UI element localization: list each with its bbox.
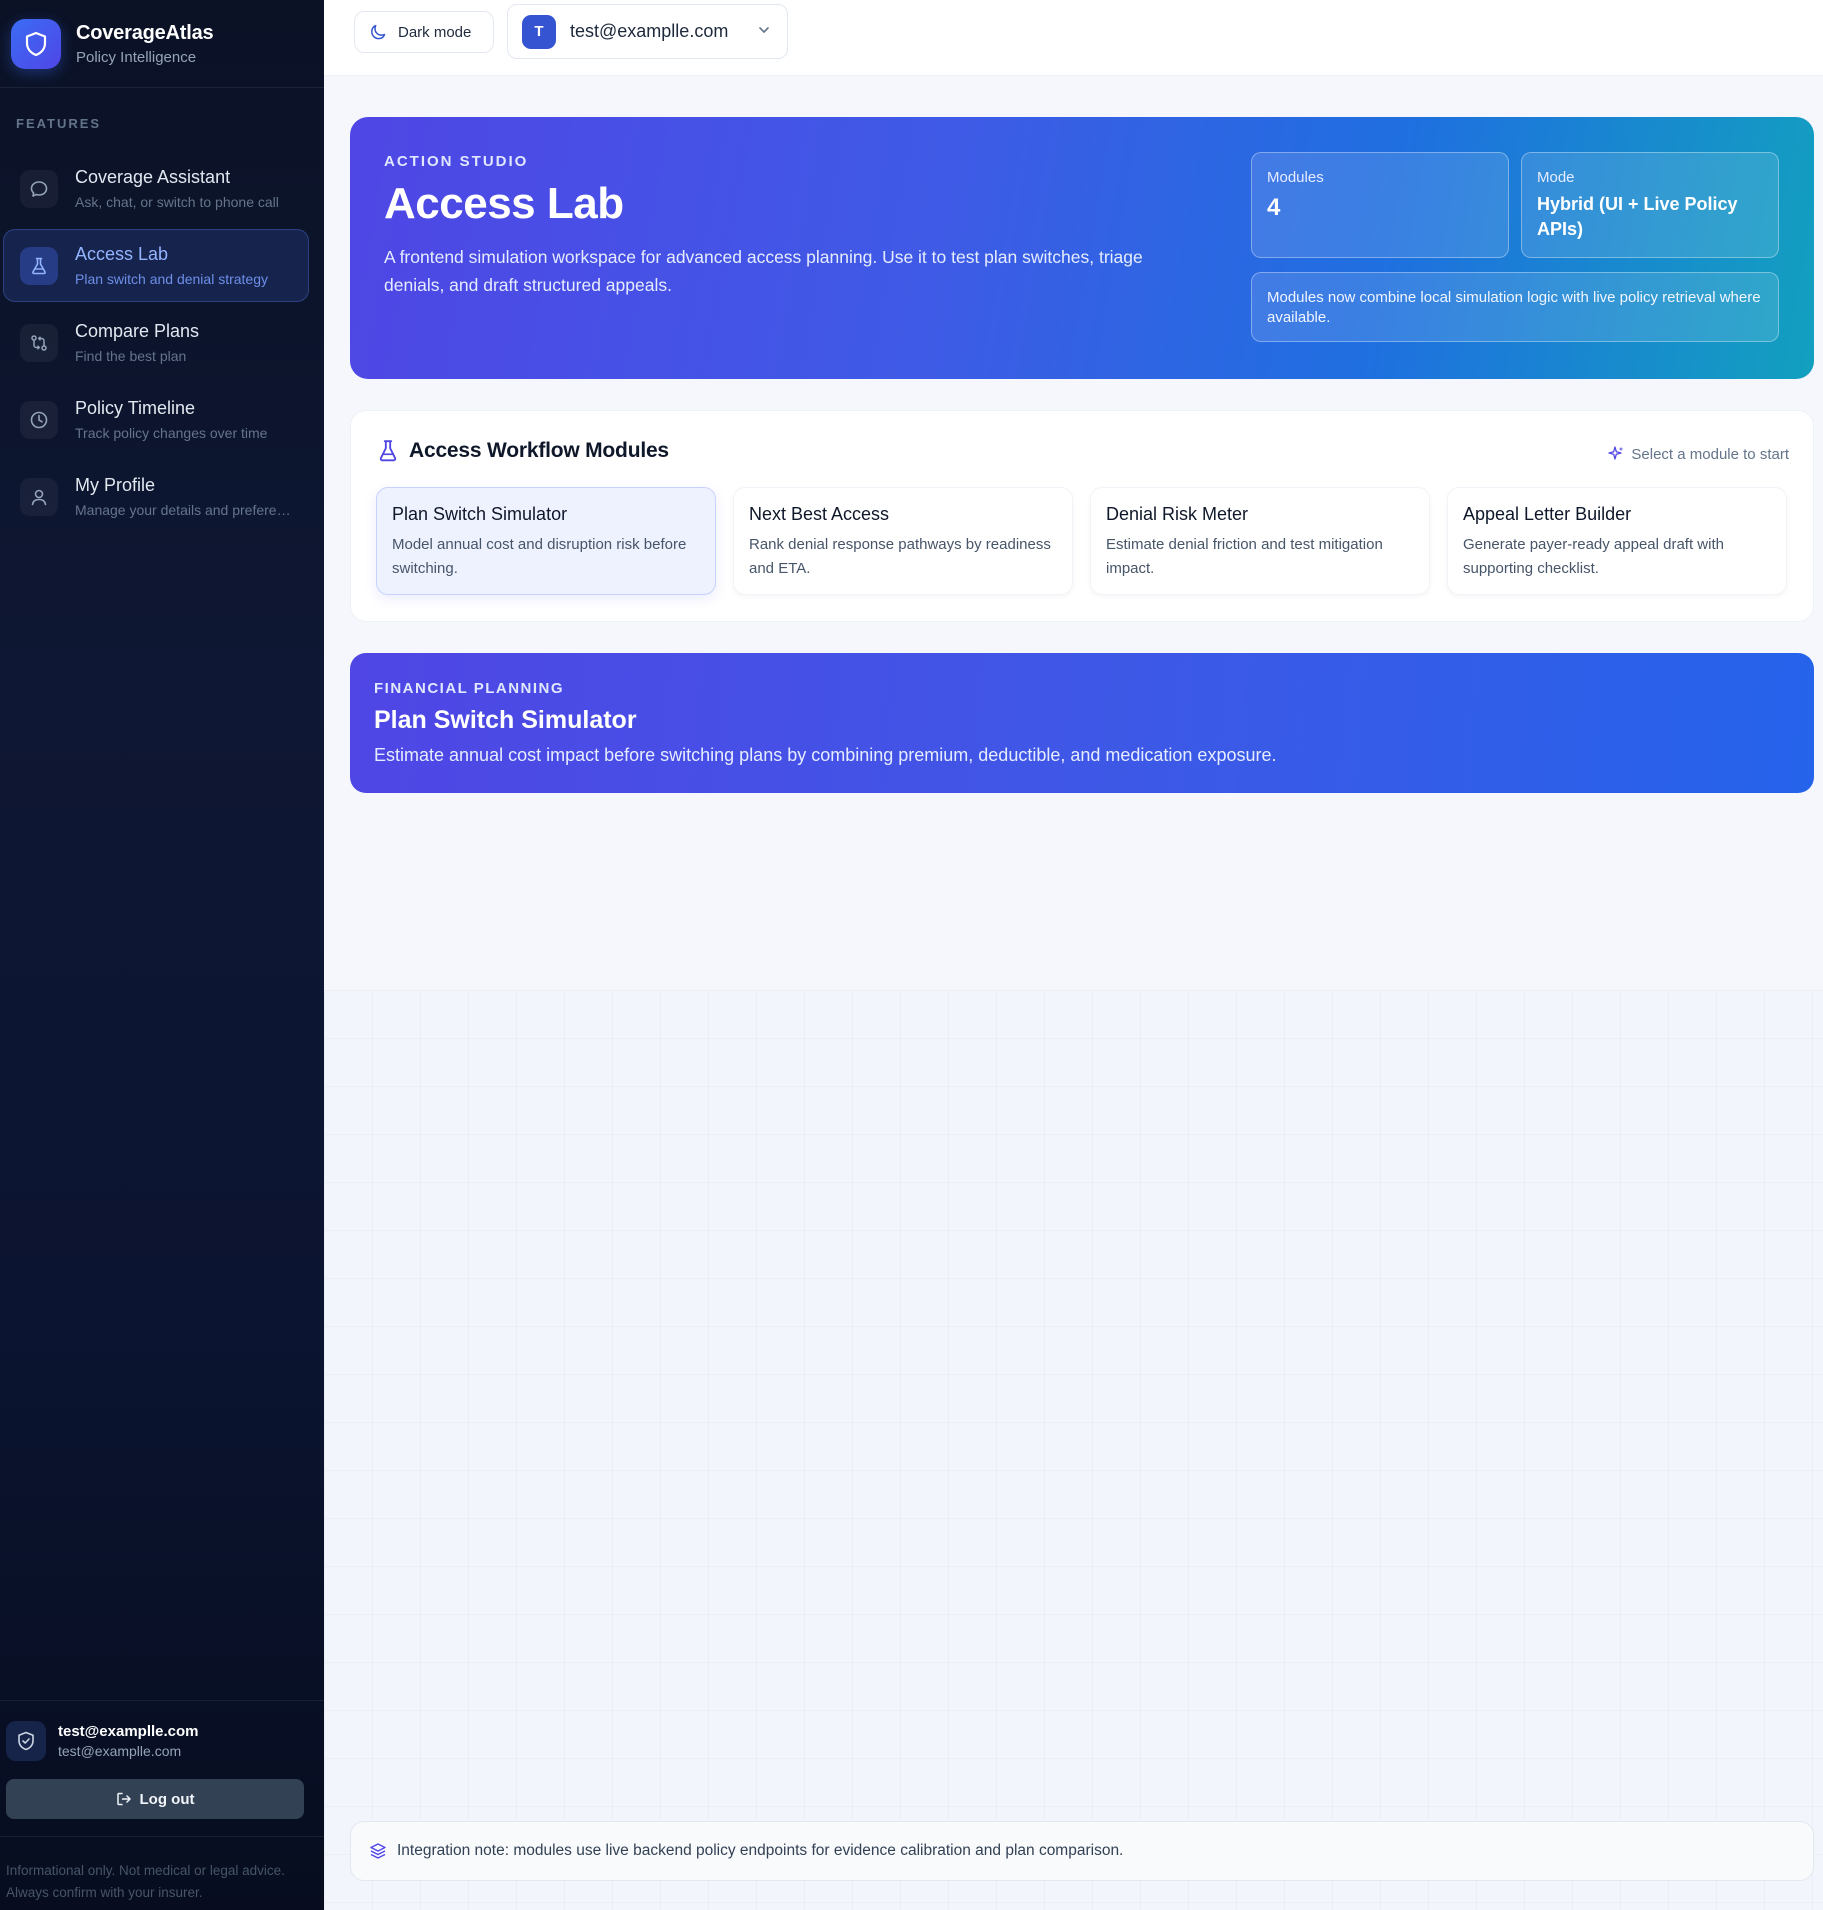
module-title: Appeal Letter Builder [1463, 504, 1632, 524]
sidebar-nav: Coverage Assistant Ask, chat, or switch … [0, 152, 324, 533]
stat-modules-label: Modules [1267, 169, 1324, 186]
logout-button[interactable]: Log out [6, 1779, 304, 1819]
stat-mode-value: Hybrid (UI + Live Policy APIs) [1537, 194, 1738, 239]
sidebar-item-compare-plans[interactable]: Compare Plans Find the best plan [3, 306, 309, 379]
modules-hint: Select a module to start [1607, 445, 1789, 463]
stat-mode-label: Mode [1537, 169, 1575, 186]
sidebar-item-title: Policy Timeline [75, 398, 196, 418]
compare-arrows-icon [20, 323, 58, 362]
financial-description: Estimate annual cost impact before switc… [374, 745, 1277, 765]
module-next-best-access[interactable]: Next Best Access Rank denial response pa… [733, 487, 1073, 595]
modules-title: Access Workflow Modules [409, 439, 669, 462]
account-email: test@examplle.com [570, 21, 729, 41]
account-menu[interactable]: T test@examplle.com [507, 4, 788, 59]
stat-note-text: Modules now combine local simulation log… [1267, 289, 1761, 326]
module-plan-switch-simulator[interactable]: Plan Switch Simulator Model annual cost … [376, 487, 716, 595]
chevron-down-icon [759, 27, 769, 33]
stat-modules: Modules 4 [1251, 152, 1509, 258]
shield-check-icon [6, 1721, 46, 1761]
financial-eyebrow: FINANCIAL PLANNING [374, 680, 565, 697]
sidebar-item-access-lab[interactable]: Access Lab Plan switch and denial strate… [3, 229, 309, 302]
stat-note: Modules now combine local simulation log… [1251, 272, 1779, 342]
user-name: test@examplle.com [58, 1723, 199, 1740]
sidebar-item-title: My Profile [75, 475, 156, 495]
dark-mode-toggle[interactable]: Dark mode [354, 11, 494, 53]
hero-banner: ACTION STUDIO Access Lab A frontend simu… [350, 117, 1814, 379]
module-desc: Model annual cost and disruption risk be… [392, 536, 687, 577]
hero-description: A frontend simulation workspace for adva… [384, 247, 1143, 295]
flask-icon [379, 440, 397, 462]
sidebar-item-desc: Find the best plan [75, 348, 187, 364]
stat-mode: Mode Hybrid (UI + Live Policy APIs) [1521, 152, 1779, 258]
hero-eyebrow: ACTION STUDIO [384, 153, 529, 170]
sidebar-item-desc: Manage your details and preferences [75, 502, 297, 518]
topbar: Dark mode T test@examplle.com [324, 0, 1823, 76]
sidebar: CoverageAtlas Policy Intelligence FEATUR… [0, 0, 324, 1910]
stat-modules-value: 4 [1267, 194, 1281, 221]
chat-bubble-icon [20, 169, 58, 208]
sidebar-user-block: test@examplle.com test@examplle.com Log … [0, 1700, 324, 1819]
dark-mode-label: Dark mode [398, 23, 472, 41]
logout-label: Log out [139, 1790, 195, 1808]
modules-card: Access Workflow Modules Select a module … [350, 410, 1814, 622]
module-desc: Estimate denial friction and test mitiga… [1106, 536, 1383, 577]
module-title: Next Best Access [749, 504, 890, 524]
sidebar-item-policy-timeline[interactable]: Policy Timeline Track policy changes ove… [3, 383, 309, 456]
module-title: Denial Risk Meter [1106, 504, 1249, 524]
module-title: Plan Switch Simulator [392, 504, 568, 524]
sidebar-divider [0, 1836, 324, 1837]
brand-subtitle: Policy Intelligence [76, 48, 197, 66]
avatar: T [522, 14, 556, 49]
sparkles-icon [1608, 446, 1624, 460]
section-label-features: FEATURES [16, 116, 102, 131]
sidebar-item-coverage-assistant[interactable]: Coverage Assistant Ask, chat, or switch … [3, 152, 309, 225]
sidebar-item-desc: Track policy changes over time [75, 425, 268, 441]
page-title: Access Lab [384, 179, 624, 228]
disclaimer: Informational only. Not medical or legal… [6, 1863, 285, 1900]
flask-icon [20, 246, 58, 285]
background-grid [324, 990, 1823, 1910]
financial-planning-banner: FINANCIAL PLANNING Plan Switch Simulator… [350, 653, 1814, 793]
module-desc: Rank denial response pathways by readine… [749, 536, 1051, 577]
layers-icon [370, 1843, 386, 1859]
module-appeal-letter-builder[interactable]: Appeal Letter Builder Generate payer-rea… [1447, 487, 1787, 595]
moon-icon [371, 24, 386, 40]
sidebar-item-title: Access Lab [75, 244, 169, 264]
sidebar-item-desc: Plan switch and denial strategy [75, 271, 268, 287]
clock-icon [20, 400, 58, 439]
module-denial-risk-meter[interactable]: Denial Risk Meter Estimate denial fricti… [1090, 487, 1430, 595]
sidebar-item-my-profile[interactable]: My Profile Manage your details and prefe… [3, 460, 309, 533]
module-desc: Generate payer-ready appeal draft with s… [1463, 536, 1724, 577]
user-email: test@examplle.com [58, 1743, 182, 1759]
brand[interactable]: CoverageAtlas Policy Intelligence [0, 0, 324, 88]
modules-hint-text: Select a module to start [1631, 445, 1789, 463]
sidebar-item-title: Coverage Assistant [75, 167, 231, 187]
sidebar-item-title: Compare Plans [75, 321, 200, 341]
sidebar-item-desc: Ask, chat, or switch to phone call [75, 194, 279, 210]
logout-icon [116, 1792, 131, 1806]
shield-logo-icon [11, 18, 61, 69]
user-icon [20, 477, 58, 516]
financial-title: Plan Switch Simulator [374, 706, 637, 734]
integration-note: Integration note: modules use live backe… [350, 1821, 1814, 1881]
integration-note-text: Integration note: modules use live backe… [397, 1842, 1124, 1859]
brand-name: CoverageAtlas [76, 21, 214, 44]
